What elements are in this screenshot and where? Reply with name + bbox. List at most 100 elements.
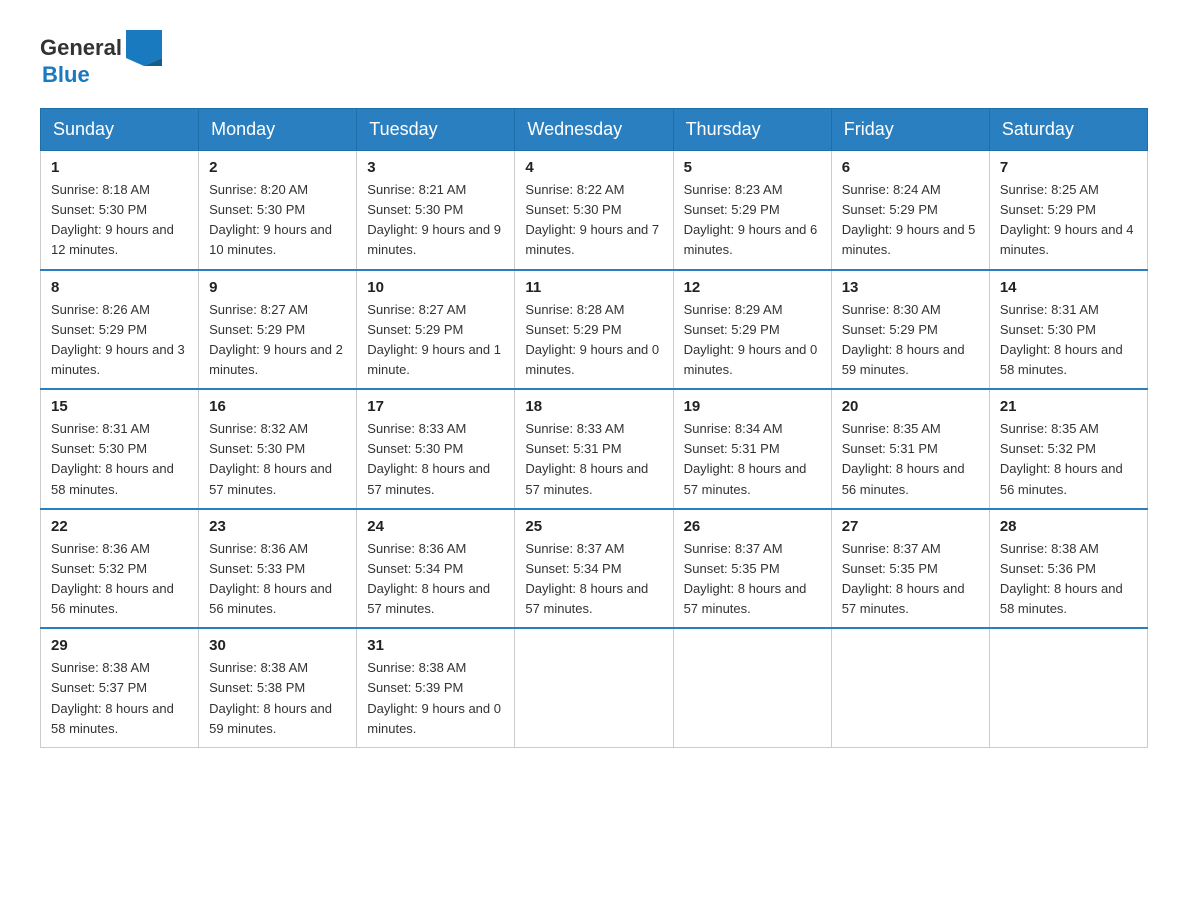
calendar-day-cell (989, 628, 1147, 747)
logo-general-text: General (40, 35, 122, 61)
day-number: 28 (1000, 518, 1137, 535)
day-number: 31 (367, 637, 504, 654)
day-info: Sunrise: 8:38 AMSunset: 5:37 PMDaylight:… (51, 658, 188, 739)
day-info: Sunrise: 8:24 AMSunset: 5:29 PMDaylight:… (842, 180, 979, 261)
calendar-day-cell: 16 Sunrise: 8:32 AMSunset: 5:30 PMDaylig… (199, 389, 357, 509)
calendar-day-cell: 23 Sunrise: 8:36 AMSunset: 5:33 PMDaylig… (199, 509, 357, 629)
calendar-day-cell: 21 Sunrise: 8:35 AMSunset: 5:32 PMDaylig… (989, 389, 1147, 509)
calendar-week-row: 1 Sunrise: 8:18 AMSunset: 5:30 PMDayligh… (41, 151, 1148, 270)
calendar-day-cell (673, 628, 831, 747)
day-number: 12 (684, 279, 821, 296)
calendar-day-cell: 31 Sunrise: 8:38 AMSunset: 5:39 PMDaylig… (357, 628, 515, 747)
day-info: Sunrise: 8:37 AMSunset: 5:34 PMDaylight:… (525, 539, 662, 620)
day-number: 9 (209, 279, 346, 296)
logo: General Blue (40, 30, 162, 88)
day-number: 19 (684, 398, 821, 415)
day-info: Sunrise: 8:31 AMSunset: 5:30 PMDaylight:… (51, 419, 188, 500)
calendar-day-cell: 1 Sunrise: 8:18 AMSunset: 5:30 PMDayligh… (41, 151, 199, 270)
day-info: Sunrise: 8:37 AMSunset: 5:35 PMDaylight:… (842, 539, 979, 620)
day-number: 18 (525, 398, 662, 415)
day-number: 3 (367, 159, 504, 176)
calendar-week-row: 15 Sunrise: 8:31 AMSunset: 5:30 PMDaylig… (41, 389, 1148, 509)
day-info: Sunrise: 8:34 AMSunset: 5:31 PMDaylight:… (684, 419, 821, 500)
calendar-day-cell: 24 Sunrise: 8:36 AMSunset: 5:34 PMDaylig… (357, 509, 515, 629)
calendar-day-cell: 22 Sunrise: 8:36 AMSunset: 5:32 PMDaylig… (41, 509, 199, 629)
day-number: 2 (209, 159, 346, 176)
calendar-week-row: 22 Sunrise: 8:36 AMSunset: 5:32 PMDaylig… (41, 509, 1148, 629)
calendar-week-row: 8 Sunrise: 8:26 AMSunset: 5:29 PMDayligh… (41, 270, 1148, 390)
day-number: 23 (209, 518, 346, 535)
calendar-day-cell: 6 Sunrise: 8:24 AMSunset: 5:29 PMDayligh… (831, 151, 989, 270)
day-info: Sunrise: 8:32 AMSunset: 5:30 PMDaylight:… (209, 419, 346, 500)
calendar-day-cell: 13 Sunrise: 8:30 AMSunset: 5:29 PMDaylig… (831, 270, 989, 390)
calendar-day-cell: 12 Sunrise: 8:29 AMSunset: 5:29 PMDaylig… (673, 270, 831, 390)
calendar-day-cell: 19 Sunrise: 8:34 AMSunset: 5:31 PMDaylig… (673, 389, 831, 509)
calendar-week-row: 29 Sunrise: 8:38 AMSunset: 5:37 PMDaylig… (41, 628, 1148, 747)
calendar-day-cell: 30 Sunrise: 8:38 AMSunset: 5:38 PMDaylig… (199, 628, 357, 747)
day-of-week-header: Sunday (41, 109, 199, 151)
calendar-day-cell (515, 628, 673, 747)
calendar-day-cell: 25 Sunrise: 8:37 AMSunset: 5:34 PMDaylig… (515, 509, 673, 629)
day-info: Sunrise: 8:35 AMSunset: 5:32 PMDaylight:… (1000, 419, 1137, 500)
calendar-day-cell: 17 Sunrise: 8:33 AMSunset: 5:30 PMDaylig… (357, 389, 515, 509)
calendar-day-cell: 5 Sunrise: 8:23 AMSunset: 5:29 PMDayligh… (673, 151, 831, 270)
day-info: Sunrise: 8:18 AMSunset: 5:30 PMDaylight:… (51, 180, 188, 261)
calendar-day-cell: 4 Sunrise: 8:22 AMSunset: 5:30 PMDayligh… (515, 151, 673, 270)
calendar-day-cell: 14 Sunrise: 8:31 AMSunset: 5:30 PMDaylig… (989, 270, 1147, 390)
logo-icon (126, 30, 162, 66)
day-number: 25 (525, 518, 662, 535)
day-info: Sunrise: 8:38 AMSunset: 5:38 PMDaylight:… (209, 658, 346, 739)
day-number: 29 (51, 637, 188, 654)
calendar-day-cell: 18 Sunrise: 8:33 AMSunset: 5:31 PMDaylig… (515, 389, 673, 509)
day-number: 15 (51, 398, 188, 415)
calendar-day-cell: 15 Sunrise: 8:31 AMSunset: 5:30 PMDaylig… (41, 389, 199, 509)
day-info: Sunrise: 8:20 AMSunset: 5:30 PMDaylight:… (209, 180, 346, 261)
calendar-day-cell: 28 Sunrise: 8:38 AMSunset: 5:36 PMDaylig… (989, 509, 1147, 629)
day-number: 22 (51, 518, 188, 535)
day-number: 26 (684, 518, 821, 535)
calendar-table: SundayMondayTuesdayWednesdayThursdayFrid… (40, 108, 1148, 748)
day-number: 21 (1000, 398, 1137, 415)
day-info: Sunrise: 8:21 AMSunset: 5:30 PMDaylight:… (367, 180, 504, 261)
day-number: 7 (1000, 159, 1137, 176)
day-number: 1 (51, 159, 188, 176)
day-number: 4 (525, 159, 662, 176)
day-of-week-header: Thursday (673, 109, 831, 151)
calendar-day-cell: 29 Sunrise: 8:38 AMSunset: 5:37 PMDaylig… (41, 628, 199, 747)
day-of-week-header: Friday (831, 109, 989, 151)
day-info: Sunrise: 8:26 AMSunset: 5:29 PMDaylight:… (51, 300, 188, 381)
day-info: Sunrise: 8:27 AMSunset: 5:29 PMDaylight:… (367, 300, 504, 381)
day-number: 13 (842, 279, 979, 296)
day-info: Sunrise: 8:38 AMSunset: 5:39 PMDaylight:… (367, 658, 504, 739)
day-number: 14 (1000, 279, 1137, 296)
day-info: Sunrise: 8:33 AMSunset: 5:30 PMDaylight:… (367, 419, 504, 500)
calendar-day-cell: 8 Sunrise: 8:26 AMSunset: 5:29 PMDayligh… (41, 270, 199, 390)
day-number: 8 (51, 279, 188, 296)
calendar-day-cell: 10 Sunrise: 8:27 AMSunset: 5:29 PMDaylig… (357, 270, 515, 390)
calendar-day-cell (831, 628, 989, 747)
calendar-day-cell: 27 Sunrise: 8:37 AMSunset: 5:35 PMDaylig… (831, 509, 989, 629)
calendar-header-row: SundayMondayTuesdayWednesdayThursdayFrid… (41, 109, 1148, 151)
day-info: Sunrise: 8:28 AMSunset: 5:29 PMDaylight:… (525, 300, 662, 381)
day-number: 24 (367, 518, 504, 535)
page-header: General Blue (40, 30, 1148, 88)
day-info: Sunrise: 8:38 AMSunset: 5:36 PMDaylight:… (1000, 539, 1137, 620)
day-info: Sunrise: 8:37 AMSunset: 5:35 PMDaylight:… (684, 539, 821, 620)
day-number: 11 (525, 279, 662, 296)
day-number: 10 (367, 279, 504, 296)
day-of-week-header: Wednesday (515, 109, 673, 151)
calendar-day-cell: 20 Sunrise: 8:35 AMSunset: 5:31 PMDaylig… (831, 389, 989, 509)
day-of-week-header: Monday (199, 109, 357, 151)
calendar-day-cell: 3 Sunrise: 8:21 AMSunset: 5:30 PMDayligh… (357, 151, 515, 270)
day-info: Sunrise: 8:35 AMSunset: 5:31 PMDaylight:… (842, 419, 979, 500)
day-info: Sunrise: 8:27 AMSunset: 5:29 PMDaylight:… (209, 300, 346, 381)
day-info: Sunrise: 8:23 AMSunset: 5:29 PMDaylight:… (684, 180, 821, 261)
day-info: Sunrise: 8:30 AMSunset: 5:29 PMDaylight:… (842, 300, 979, 381)
calendar-day-cell: 9 Sunrise: 8:27 AMSunset: 5:29 PMDayligh… (199, 270, 357, 390)
day-info: Sunrise: 8:22 AMSunset: 5:30 PMDaylight:… (525, 180, 662, 261)
day-of-week-header: Tuesday (357, 109, 515, 151)
day-info: Sunrise: 8:25 AMSunset: 5:29 PMDaylight:… (1000, 180, 1137, 261)
day-info: Sunrise: 8:33 AMSunset: 5:31 PMDaylight:… (525, 419, 662, 500)
day-info: Sunrise: 8:36 AMSunset: 5:33 PMDaylight:… (209, 539, 346, 620)
calendar-day-cell: 2 Sunrise: 8:20 AMSunset: 5:30 PMDayligh… (199, 151, 357, 270)
